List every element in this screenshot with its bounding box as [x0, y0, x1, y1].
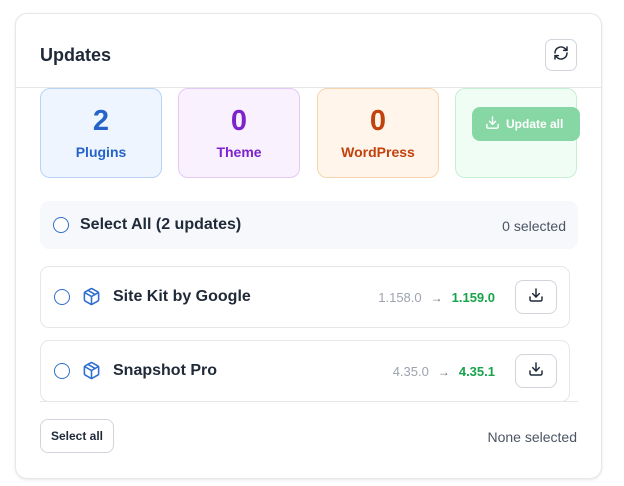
wordpress-count: 0 — [369, 105, 387, 137]
update-all-label: Update all — [506, 117, 564, 131]
plugin-name: Snapshot Pro — [113, 362, 218, 379]
panel-title: Updates — [40, 45, 112, 65]
panel-header: Updates — [16, 14, 601, 88]
package-icon — [82, 361, 101, 385]
refresh-button[interactable] — [545, 39, 577, 71]
version-info: 4.35.0 → 4.35.1 — [393, 364, 495, 379]
version-info: 1.158.0 → 1.159.0 — [378, 290, 495, 305]
update-button[interactable] — [515, 354, 557, 388]
update-row: Snapshot Pro 4.35.0 → 4.35.1 — [40, 340, 570, 402]
new-version: 4.35.1 — [458, 364, 495, 379]
download-icon — [528, 287, 544, 308]
select-all-radio[interactable] — [53, 217, 69, 233]
wordpress-stat-card[interactable]: 0 WordPress — [317, 88, 439, 178]
package-icon — [82, 287, 101, 311]
wordpress-label: WordPress — [341, 144, 415, 160]
select-all-button[interactable]: Select all — [40, 419, 114, 453]
selection-status: None selected — [487, 429, 577, 445]
download-icon — [528, 361, 544, 382]
theme-label: Theme — [216, 144, 262, 160]
arrow-right-icon: → — [437, 364, 450, 379]
current-version: 4.35.0 — [392, 364, 429, 379]
update-all-button[interactable]: Update all — [472, 107, 580, 141]
download-icon — [485, 115, 500, 133]
plugins-stat-card[interactable]: 2 Plugins — [40, 88, 162, 178]
select-all-label[interactable]: Select All (2 updates) — [80, 216, 241, 234]
select-all-bar: Select All (2 updates) 0 selected — [40, 201, 578, 249]
divider — [40, 401, 578, 402]
updates-panel: Updates 2 Plugins 0 Theme 0 WordPress Up… — [15, 13, 602, 479]
theme-stat-card[interactable]: 0 Theme — [178, 88, 300, 178]
new-version: 1.159.0 — [451, 290, 495, 305]
update-button[interactable] — [515, 280, 557, 314]
row-select-radio[interactable] — [54, 363, 70, 379]
refresh-icon — [553, 45, 569, 66]
row-select-radio[interactable] — [54, 289, 70, 305]
plugins-count: 2 — [92, 105, 110, 137]
update-row: Site Kit by Google 1.158.0 → 1.159.0 — [40, 266, 570, 328]
update-all-card: Update all — [455, 88, 580, 178]
plugin-name: Site Kit by Google — [113, 288, 251, 305]
selected-count: 0 selected — [502, 218, 566, 234]
plugins-label: Plugins — [75, 144, 127, 160]
arrow-right-icon: → — [430, 290, 443, 305]
current-version: 1.158.0 — [378, 290, 422, 305]
theme-count: 0 — [230, 105, 248, 137]
